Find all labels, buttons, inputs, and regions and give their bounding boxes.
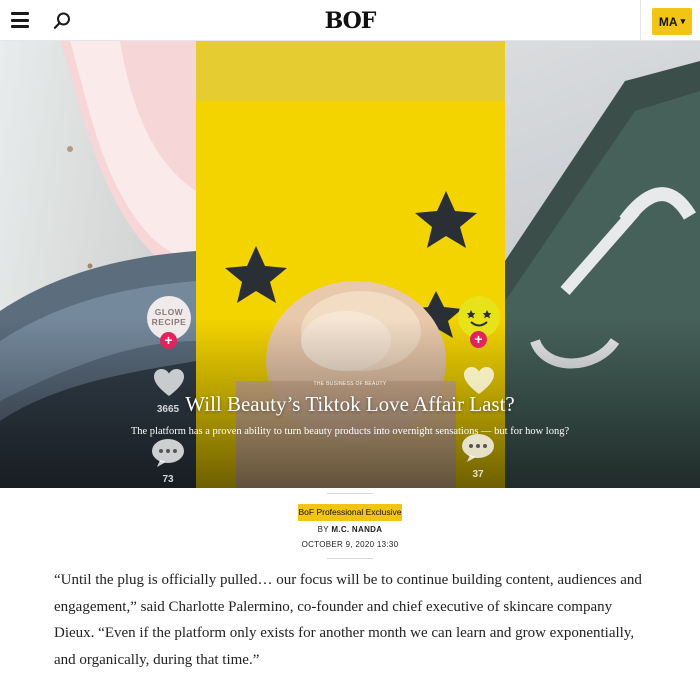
comment-count: 37: [472, 469, 484, 480]
article-dek: The platform has a proven ability to tur…: [130, 426, 570, 437]
menu-icon[interactable]: [11, 12, 29, 28]
account-button[interactable]: MA ▾: [652, 8, 692, 35]
section-kicker[interactable]: The Business of Beauty: [100, 381, 600, 387]
byline: BY M.C. NANDA: [250, 525, 450, 534]
article-headline: Will Beauty’s Tiktok Love Affair Last?: [185, 392, 515, 416]
exclusive-badge[interactable]: BoF Professional Exclusive: [298, 504, 402, 521]
brand-avatar-text: GLOW: [154, 307, 184, 317]
search-icon[interactable]: [52, 11, 72, 31]
publish-date: OCTOBER 9, 2020 13:30: [301, 540, 399, 549]
hero-image[interactable]: GLOW RECIPE + 3665 73 + 37 The Business …: [0, 41, 700, 488]
divider: [327, 558, 373, 559]
hero-text-block: The Business of Beauty Will Beauty’s Tik…: [100, 381, 600, 439]
comment-count: 73: [162, 474, 174, 485]
header-divider: [640, 0, 641, 41]
divider: [327, 493, 373, 494]
chevron-down-icon: ▾: [680, 16, 686, 26]
brand-avatar-text: RECIPE: [151, 317, 187, 327]
article-body-paragraph: “Until the plug is officially pulled… ou…: [54, 572, 642, 668]
author-link[interactable]: M.C. NANDA: [331, 525, 382, 534]
site-logo[interactable]: BOF: [320, 7, 380, 35]
byline-prefix: BY: [317, 525, 329, 534]
follow-plus-icon: +: [160, 332, 177, 349]
follow-plus-icon: +: [470, 331, 487, 348]
comment-icon: [152, 439, 184, 467]
site-header: BOF MA ▾: [0, 0, 700, 41]
account-initials: MA: [658, 14, 678, 29]
